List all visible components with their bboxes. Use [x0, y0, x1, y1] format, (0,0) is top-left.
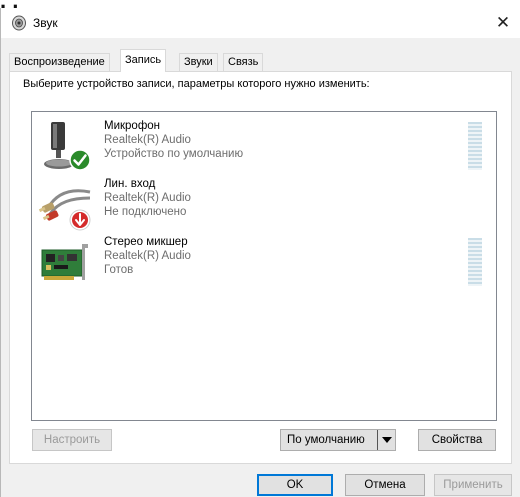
- ok-button[interactable]: OK: [257, 474, 333, 496]
- microphone-icon: [44, 122, 91, 171]
- list-item-stereo-mix[interactable]: Стерео микшер Realtek(R) Audio Готов: [32, 236, 496, 292]
- device-name: Микрофон: [104, 120, 161, 132]
- not-connected-badge: [69, 209, 91, 231]
- device-status: Не подключено: [104, 206, 187, 218]
- background-window-strip: . ,: [0, 0, 520, 8]
- level-meter: [468, 238, 482, 286]
- default-check-badge: [69, 149, 91, 171]
- set-default-split-button[interactable]: По умолчанию: [280, 429, 396, 451]
- device-status: Готов: [104, 264, 134, 276]
- tab-recording[interactable]: Запись: [120, 49, 167, 72]
- sound-dialog: Звук ✕ Воспроизведение Запись Звуки Связ…: [0, 8, 520, 497]
- tab-sounds[interactable]: Звуки: [179, 53, 218, 71]
- speaker-icon: [12, 15, 26, 31]
- list-item-line-in[interactable]: Лин. вход Realtek(R) Audio Не подключено: [32, 178, 496, 234]
- list-item-microphone[interactable]: Микрофон Realtek(R) Audio Устройство по …: [32, 120, 496, 176]
- apply-button[interactable]: Применить: [434, 474, 512, 496]
- device-list[interactable]: Микрофон Realtek(R) Audio Устройство по …: [31, 111, 497, 421]
- chevron-down-icon[interactable]: [377, 430, 395, 450]
- device-driver: Realtek(R) Audio: [104, 192, 191, 204]
- device-driver: Realtek(R) Audio: [104, 134, 191, 146]
- tab-playback[interactable]: Воспроизведение: [9, 53, 110, 71]
- cancel-button[interactable]: Отмена: [345, 474, 425, 496]
- configure-button[interactable]: Настроить: [32, 429, 112, 451]
- device-name: Стерео микшер: [104, 236, 188, 248]
- level-meter: [468, 122, 482, 170]
- window-title: Звук: [33, 16, 58, 30]
- background-text: . ,: [0, 0, 18, 8]
- tab-communications[interactable]: Связь: [223, 53, 264, 71]
- instruction-text: Выберите устройство записи, параметры ко…: [23, 78, 370, 90]
- device-name: Лин. вход: [104, 178, 156, 190]
- title-bar: Звук ✕: [1, 8, 520, 38]
- set-default-label: По умолчанию: [287, 434, 365, 446]
- properties-button[interactable]: Свойства: [418, 429, 496, 451]
- close-button[interactable]: ✕: [485, 8, 520, 38]
- line-in-cable-icon: [38, 189, 91, 231]
- device-driver: Realtek(R) Audio: [104, 250, 191, 262]
- sound-card-icon: [41, 244, 88, 280]
- device-status: Устройство по умолчанию: [104, 148, 244, 160]
